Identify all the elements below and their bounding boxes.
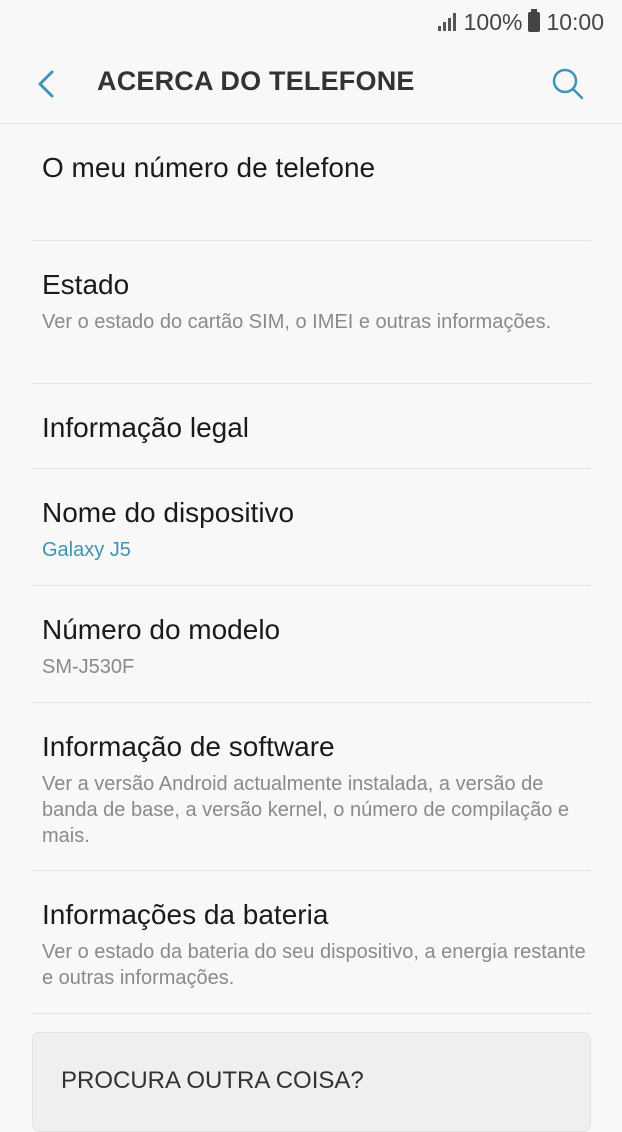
- settings-list: O meu número de telefone Estado Ver o es…: [32, 124, 591, 1014]
- status-bar: 100% 10:00: [0, 0, 622, 44]
- back-arrow-icon[interactable]: [30, 62, 66, 106]
- item-subtitle: SM-J530F: [42, 656, 135, 678]
- item-title: Informação legal: [42, 412, 250, 443]
- card-title: PROCURA OUTRA COISA?: [61, 1067, 364, 1094]
- looking-for-something-else-card: PROCURA OUTRA COISA?: [32, 1032, 591, 1132]
- clock: 10:00: [546, 8, 604, 35]
- list-item-legal-info[interactable]: Informação legal: [32, 384, 591, 469]
- list-item-device-name[interactable]: Nome do dispositivo Galaxy J5: [32, 469, 591, 586]
- list-item-phone-number[interactable]: O meu número de telefone: [32, 124, 591, 241]
- item-subtitle: Galaxy J5: [42, 539, 131, 561]
- signal-icon: [437, 13, 458, 31]
- list-item-battery-info[interactable]: Informações da bateria Ver o estado da b…: [32, 871, 591, 1014]
- battery-percent: 100%: [463, 8, 523, 35]
- search-icon[interactable]: [548, 64, 588, 104]
- item-title: Nome do dispositivo: [42, 497, 295, 528]
- item-title: Informações da bateria: [42, 899, 329, 930]
- item-subtitle: Ver o estado da bateria do seu dispositi…: [42, 941, 586, 989]
- page-title: ACERCA DO TELEFONE: [97, 66, 415, 96]
- list-item-software-info[interactable]: Informação de software Ver a versão Andr…: [32, 703, 591, 871]
- item-title: O meu número de telefone: [42, 152, 376, 183]
- item-title: Número do modelo: [42, 614, 281, 645]
- app-bar: ACERCA DO TELEFONE: [0, 44, 622, 124]
- list-item-status[interactable]: Estado Ver o estado do cartão SIM, o IME…: [32, 241, 591, 384]
- battery-icon: [528, 9, 541, 32]
- item-subtitle: Ver a versão Android actualmente instala…: [42, 773, 570, 847]
- item-title: Informação de software: [42, 731, 335, 762]
- item-title: Estado: [42, 269, 130, 300]
- list-item-model-number[interactable]: Número do modelo SM-J530F: [32, 586, 591, 703]
- item-subtitle: Ver o estado do cartão SIM, o IMEI e out…: [42, 311, 552, 333]
